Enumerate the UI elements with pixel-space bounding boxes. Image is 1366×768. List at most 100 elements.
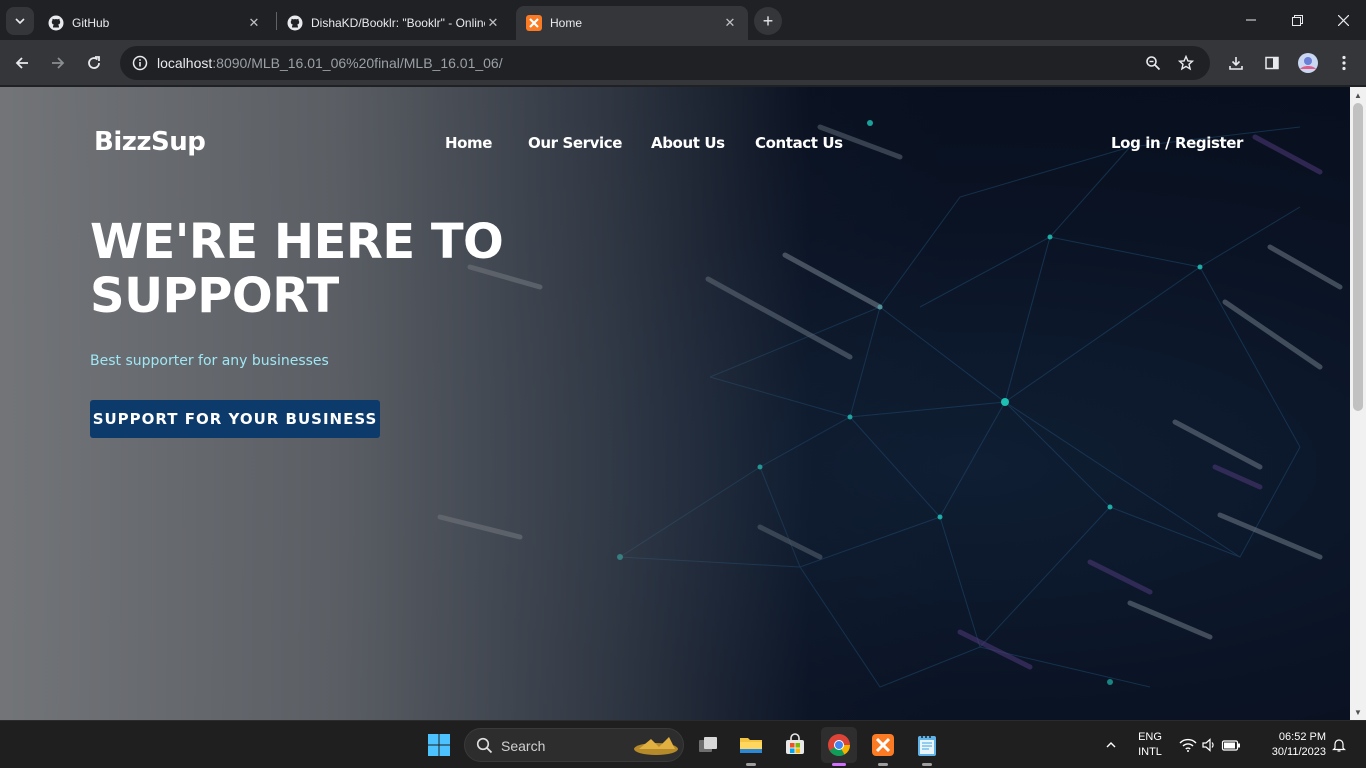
browser-toolbar: localhost:8090/MLB_16.01_06%20final/MLB_…	[0, 40, 1366, 86]
task-view-icon	[699, 737, 717, 752]
nav-our-service[interactable]: Our Service	[528, 134, 622, 152]
reload-icon	[88, 56, 100, 69]
bell-icon	[1332, 739, 1346, 752]
side-panel-icon	[1265, 56, 1279, 70]
avatar-icon	[1298, 53, 1318, 73]
running-indicator	[746, 763, 756, 766]
windows-taskbar: Search ENG INTL 06:52 PM 30/11/2023	[0, 720, 1366, 768]
url-path: :8090/MLB_16.01_06%20final/MLB_16.01_06/	[212, 55, 503, 71]
folder-icon	[740, 738, 762, 753]
github-icon	[48, 15, 64, 31]
scroll-down-arrow[interactable]: ▼	[1350, 704, 1366, 720]
tab-title: Home	[550, 16, 583, 30]
downloads-button[interactable]	[1222, 49, 1250, 77]
scroll-up-arrow[interactable]: ▲	[1350, 87, 1366, 103]
site-logo[interactable]: BizzSup	[94, 127, 206, 157]
store-icon	[786, 733, 804, 754]
scrollbar-thumb[interactable]	[1353, 103, 1363, 411]
url-text[interactable]: localhost:8090/MLB_16.01_06%20final/MLB_…	[157, 55, 503, 71]
headline-line-2: SUPPORT	[90, 268, 339, 324]
tab-search-button[interactable]	[6, 7, 34, 35]
chevron-up-icon	[1106, 742, 1116, 748]
plus-icon: +	[762, 10, 774, 31]
wifi-icon	[1179, 738, 1197, 752]
clock[interactable]: 06:52 PM 30/11/2023	[1256, 730, 1326, 760]
tab-title: DishaKD/Booklr: "Booklr" - Online	[311, 16, 485, 30]
windows-logo-icon	[428, 734, 450, 756]
hero-headline: WE'RE HERE TO SUPPORT	[90, 215, 610, 323]
notifications-button[interactable]	[1328, 727, 1350, 763]
running-indicator	[922, 763, 932, 766]
network-volume-battery[interactable]	[1176, 727, 1244, 763]
profile-avatar[interactable]	[1294, 49, 1322, 77]
clock-time: 06:52 PM	[1278, 731, 1326, 743]
support-cta-button[interactable]: SUPPORT FOR YOUR BUSINESS	[90, 400, 380, 438]
search-highlight-icon	[634, 737, 678, 755]
tray-overflow-button[interactable]	[1098, 727, 1124, 763]
download-icon	[1229, 57, 1243, 70]
url-host: localhost	[157, 55, 213, 71]
hero-tagline: Best supporter for any businesses	[90, 353, 329, 369]
headline-line-1: WE'RE HERE TO	[90, 214, 504, 270]
close-window-button[interactable]	[1320, 0, 1366, 40]
chevron-down-icon	[15, 18, 25, 25]
nav-about-us[interactable]: About Us	[651, 134, 725, 152]
keyboard-layout: INTL	[1138, 746, 1162, 758]
github-icon	[287, 15, 303, 31]
login-register-link[interactable]: Log in / Register	[1111, 134, 1243, 152]
chrome-button[interactable]	[821, 727, 857, 766]
notepad-button[interactable]	[909, 727, 945, 766]
menu-button[interactable]	[1330, 49, 1358, 77]
close-icon[interactable]: ✕	[246, 15, 262, 31]
search-label: Search	[501, 738, 546, 754]
arrow-right-icon	[52, 57, 65, 69]
active-indicator	[832, 763, 846, 766]
task-view-button[interactable]	[690, 727, 726, 763]
close-icon[interactable]: ✕	[722, 15, 738, 31]
forward-button[interactable]	[44, 49, 72, 77]
tab-strip: GitHub ✕ DishaKD/Booklr: "Booklr" - Onli…	[0, 0, 1366, 40]
kebab-menu-icon	[1342, 55, 1346, 71]
bookmark-button[interactable]	[1172, 49, 1200, 77]
minimize-icon	[1246, 19, 1256, 21]
reload-button[interactable]	[80, 49, 108, 77]
lang-code: ENG	[1138, 731, 1162, 743]
tab-home[interactable]: Home ✕	[516, 6, 748, 40]
page-viewport: BizzSup Home Our Service About Us Contac…	[0, 87, 1350, 720]
taskbar-search[interactable]: Search	[464, 728, 684, 762]
zoom-icon	[1146, 56, 1161, 71]
side-panel-button[interactable]	[1258, 49, 1286, 77]
chrome-icon	[828, 734, 850, 756]
arrow-left-icon	[15, 57, 28, 69]
clock-date: 30/11/2023	[1271, 746, 1326, 758]
tab-github[interactable]: GitHub ✕	[38, 6, 272, 40]
close-icon	[1337, 14, 1349, 26]
minimize-button[interactable]	[1228, 0, 1274, 40]
page-scrollbar[interactable]: ▲ ▼	[1350, 87, 1366, 720]
site-info-icon[interactable]	[128, 51, 152, 75]
running-indicator	[878, 763, 888, 766]
new-tab-button[interactable]: +	[754, 7, 782, 35]
star-icon	[1178, 55, 1194, 71]
restore-button[interactable]	[1274, 0, 1320, 40]
zoom-button[interactable]	[1139, 49, 1167, 77]
xampp-icon	[872, 734, 894, 756]
address-bar[interactable]: localhost:8090/MLB_16.01_06%20final/MLB_…	[120, 46, 1210, 80]
back-button[interactable]	[8, 49, 36, 77]
nav-contact-us[interactable]: Contact Us	[755, 134, 843, 152]
start-button[interactable]	[421, 727, 457, 763]
file-explorer-button[interactable]	[733, 727, 769, 766]
close-icon[interactable]: ✕	[485, 15, 501, 31]
volume-icon	[1202, 738, 1214, 752]
battery-icon	[1221, 740, 1240, 751]
xampp-icon	[526, 15, 542, 31]
tab-booklr[interactable]: DishaKD/Booklr: "Booklr" - Online ✕	[277, 6, 511, 40]
nav-home[interactable]: Home	[445, 134, 492, 152]
language-indicator[interactable]: ENG INTL	[1134, 730, 1166, 760]
notepad-icon	[918, 735, 936, 756]
store-button[interactable]	[777, 727, 813, 763]
tab-title: GitHub	[72, 16, 110, 30]
restore-icon	[1291, 14, 1303, 26]
xampp-button[interactable]	[865, 727, 901, 766]
search-icon	[476, 737, 493, 754]
